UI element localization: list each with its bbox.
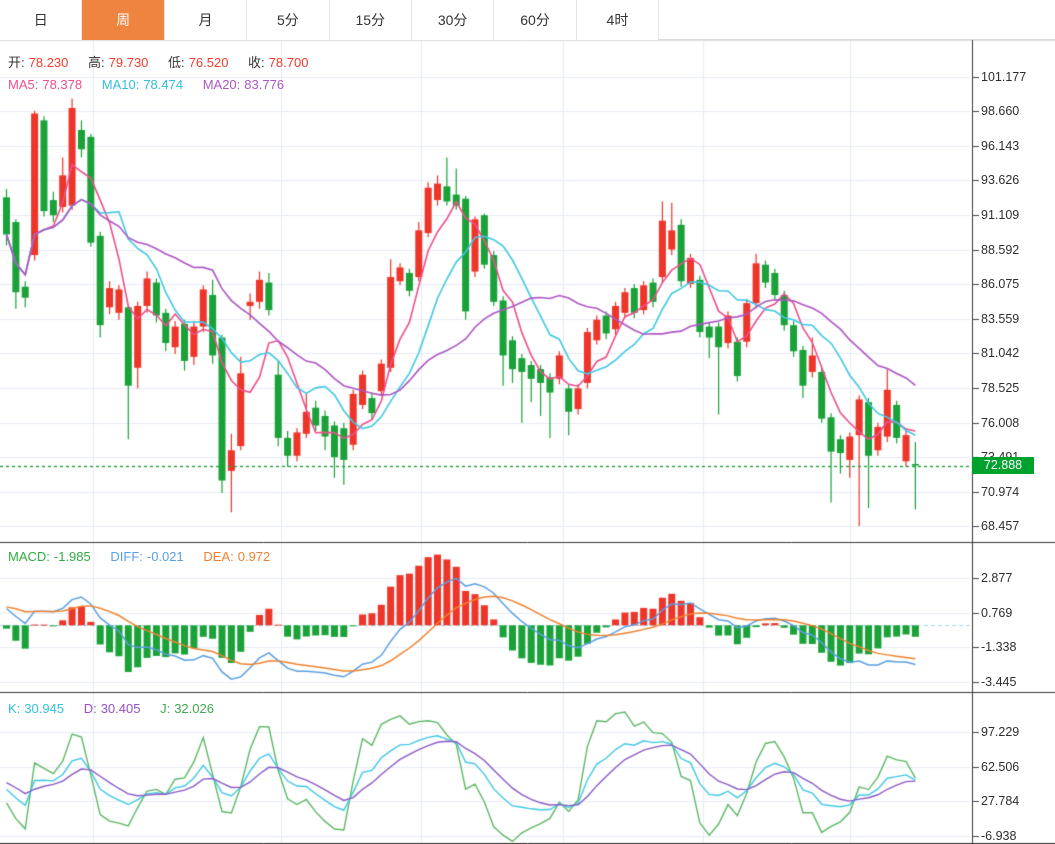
kline-chart-window: 日 周 月 5分 15分 30分 60分 4时 开:78.230 高:79.73… (0, 0, 1055, 844)
tabbar-filler (659, 0, 1055, 39)
kline-chart-canvas[interactable] (0, 0, 1055, 844)
tab-30min[interactable]: 30分 (412, 0, 494, 40)
tab-15min[interactable]: 15分 (330, 0, 412, 40)
timeframe-tabbar: 日 周 月 5分 15分 30分 60分 4时 (0, 0, 1055, 40)
tab-5min[interactable]: 5分 (247, 0, 329, 40)
tab-week[interactable]: 周 (82, 0, 164, 40)
tab-60min[interactable]: 60分 (494, 0, 576, 40)
tab-day[interactable]: 日 (0, 0, 82, 40)
tab-month[interactable]: 月 (165, 0, 247, 40)
tab-4hour[interactable]: 4时 (577, 0, 659, 40)
last-price-badge: 72.888 (972, 457, 1034, 474)
